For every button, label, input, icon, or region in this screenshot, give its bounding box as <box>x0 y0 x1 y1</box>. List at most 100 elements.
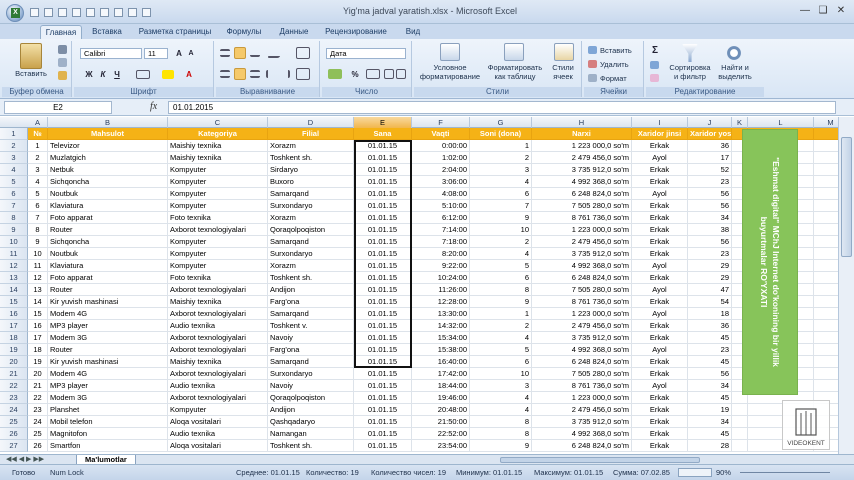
insert-function-icon[interactable]: fx <box>150 101 164 114</box>
table-cell[interactable]: Erkak <box>632 248 688 260</box>
table-cell[interactable]: 3 <box>28 164 48 176</box>
table-cell[interactable]: Ayol <box>632 260 688 272</box>
sheet-nav-icon[interactable]: ◀◀ ◀ ▶ ▶▶ <box>6 455 44 463</box>
row-number[interactable]: 27 <box>0 440 28 452</box>
table-cell[interactable]: Audio texnika <box>168 380 268 392</box>
copy-icon[interactable] <box>58 58 67 67</box>
decrease-indent-icon[interactable] <box>266 70 276 78</box>
table-cell[interactable]: 1:02:00 <box>412 152 470 164</box>
table-cell[interactable]: Surxondaryo <box>268 200 354 212</box>
table-cell[interactable]: 4 992 368,0 so'm <box>532 176 632 188</box>
table-cell[interactable]: 17 <box>28 332 48 344</box>
row-number[interactable]: 18 <box>0 332 28 344</box>
table-cell[interactable]: Axborot texnologiyalari <box>168 368 268 380</box>
table-cell[interactable]: Buxoro <box>268 176 354 188</box>
table-cell[interactable]: 4 <box>28 176 48 188</box>
column-header-l[interactable]: L <box>748 117 814 128</box>
table-cell[interactable]: 1 <box>470 308 532 320</box>
table-cell[interactable]: 8 <box>470 416 532 428</box>
table-cell[interactable]: Toshkent v. <box>268 320 354 332</box>
table-cell[interactable]: 6 <box>470 188 532 200</box>
table-cell[interactable]: Audio texnika <box>168 320 268 332</box>
table-cell[interactable]: Qashqadaryo <box>268 416 354 428</box>
table-cell[interactable]: 34 <box>688 416 732 428</box>
merge-cells-icon[interactable] <box>296 68 310 80</box>
table-cell[interactable]: 23 <box>28 404 48 416</box>
table-cell[interactable]: 01.01.15 <box>354 188 412 200</box>
table-cell[interactable]: 7 505 280,0 so'm <box>532 368 632 380</box>
conditional-format-button[interactable]: Условное форматирование <box>418 63 482 81</box>
table-cell[interactable]: 01.01.15 <box>354 236 412 248</box>
table-cell[interactable]: Kompyuter <box>168 200 268 212</box>
table-cell[interactable]: 11:26:00 <box>412 284 470 296</box>
row-number[interactable]: 25 <box>0 416 28 428</box>
table-cell[interactable]: 01.01.15 <box>354 296 412 308</box>
table-cell[interactable]: Noutbuk <box>48 248 168 260</box>
table-cell[interactable]: 01.01.15 <box>354 332 412 344</box>
table-cell[interactable]: Ayol <box>632 308 688 320</box>
table-cell[interactable]: Kir yuvish mashinasi <box>48 296 168 308</box>
table-cell[interactable]: 8 761 736,0 so'm <box>532 212 632 224</box>
table-cell[interactable]: 45 <box>688 392 732 404</box>
table-cell[interactable]: 4 992 368,0 so'm <box>532 260 632 272</box>
table-cell[interactable]: MP3 player <box>48 380 168 392</box>
table-cell[interactable]: Erkak <box>632 164 688 176</box>
table-cell[interactable]: 01.01.15 <box>354 152 412 164</box>
table-cell[interactable]: 23 <box>688 344 732 356</box>
table-cell[interactable]: 10 <box>28 248 48 260</box>
row-number[interactable]: 23 <box>0 392 28 404</box>
tab-page-layout[interactable]: Разметка страницы <box>132 25 218 39</box>
table-cell[interactable]: 5 <box>28 188 48 200</box>
table-cell[interactable]: 4 <box>470 332 532 344</box>
find-select-icon[interactable] <box>726 44 742 62</box>
row-number[interactable]: 17 <box>0 320 28 332</box>
table-cell[interactable]: 01.01.15 <box>354 260 412 272</box>
empty-cell[interactable] <box>814 344 838 356</box>
table-cell[interactable]: 56 <box>688 188 732 200</box>
table-cell[interactable]: Kompyuter <box>168 404 268 416</box>
bold-button[interactable]: Ж <box>84 69 94 79</box>
column-header-d[interactable]: D <box>268 117 354 128</box>
align-bottom-icon[interactable] <box>250 49 260 57</box>
table-cell[interactable]: 19 <box>28 356 48 368</box>
table-cell[interactable]: 45 <box>688 428 732 440</box>
name-box[interactable]: E2 <box>4 101 112 114</box>
table-cell[interactable]: 15 <box>28 308 48 320</box>
italic-button[interactable]: К <box>98 69 108 79</box>
row-number[interactable]: 13 <box>0 272 28 284</box>
table-cell[interactable]: Televizor <box>48 140 168 152</box>
table-cell[interactable]: Andijon <box>268 284 354 296</box>
row-number[interactable]: 26 <box>0 428 28 440</box>
table-cell[interactable]: 19 <box>688 404 732 416</box>
table-cell[interactable]: Foto texnika <box>168 212 268 224</box>
table-cell[interactable]: Foto apparat <box>48 212 168 224</box>
find-select-button[interactable]: Найти и выделить <box>714 63 756 81</box>
table-cell[interactable]: Sichqoncha <box>48 176 168 188</box>
column-header-j[interactable]: J <box>688 117 732 128</box>
table-cell[interactable]: 9:22:00 <box>412 260 470 272</box>
format-table-button[interactable]: Форматировать как таблицу <box>486 63 544 81</box>
table-cell[interactable]: Axborot texnologiyalari <box>168 332 268 344</box>
table-cell[interactable]: 6 <box>28 200 48 212</box>
vertical-scroll-thumb[interactable] <box>841 137 852 257</box>
table-cell[interactable]: 16 <box>28 320 48 332</box>
table-cell[interactable]: 3 735 912,0 so'm <box>532 164 632 176</box>
table-cell[interactable]: Erkak <box>632 272 688 284</box>
table-cell[interactable]: 29 <box>688 260 732 272</box>
empty-cell[interactable] <box>814 380 838 392</box>
table-cell[interactable]: 1 223 000,0 so'm <box>532 308 632 320</box>
table-cell[interactable]: Ayol <box>632 152 688 164</box>
table-cell[interactable]: Magnitofon <box>48 428 168 440</box>
table-cell[interactable]: Erkak <box>632 320 688 332</box>
table-cell[interactable]: 01.01.15 <box>354 356 412 368</box>
table-cell[interactable]: Kompyuter <box>168 164 268 176</box>
table-cell[interactable]: 7 <box>28 212 48 224</box>
table-cell[interactable]: 20 <box>28 368 48 380</box>
table-cell[interactable]: 4:08:00 <box>412 188 470 200</box>
table-cell[interactable]: Qoraqolpoqiston <box>268 392 354 404</box>
table-cell[interactable]: 5 <box>470 344 532 356</box>
table-cell[interactable]: Xorazm <box>268 140 354 152</box>
table-cell[interactable]: 26 <box>28 440 48 452</box>
table-cell[interactable]: 17 <box>688 152 732 164</box>
table-cell[interactable]: 01.01.15 <box>354 200 412 212</box>
